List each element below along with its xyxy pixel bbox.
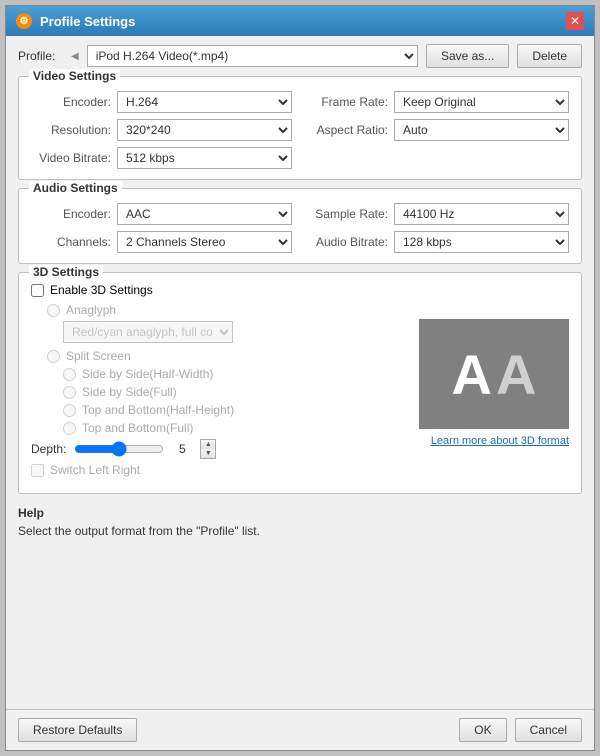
depth-value: 5	[172, 442, 192, 456]
video-bitrate-select[interactable]: 512 kbps	[117, 147, 292, 169]
frame-rate-label: Frame Rate:	[308, 95, 388, 109]
audio-bitrate-select[interactable]: 128 kbps	[394, 231, 569, 253]
help-section: Help Select the output format from the "…	[18, 502, 582, 542]
aa-right-letter: A	[496, 342, 536, 407]
encoder-row: Encoder: H.264	[31, 91, 292, 113]
encoder-select[interactable]: H.264	[117, 91, 292, 113]
video-settings-grid: Encoder: H.264 Frame Rate: Keep Original…	[31, 91, 569, 169]
help-text: Select the output format from the "Profi…	[18, 524, 582, 538]
side-by-side-full-radio[interactable]	[63, 386, 76, 399]
anaglyph-label: Anaglyph	[66, 303, 116, 317]
sample-rate-row: Sample Rate: 44100 Hz	[308, 203, 569, 225]
ok-button[interactable]: OK	[459, 718, 506, 742]
frame-rate-select[interactable]: Keep Original	[394, 91, 569, 113]
cancel-button[interactable]: Cancel	[515, 718, 582, 742]
switch-lr-checkbox[interactable]	[31, 464, 44, 477]
split-screen-radio[interactable]	[47, 350, 60, 363]
aa-left-letter: A	[452, 342, 492, 407]
profile-row: Profile: ◀ iPod H.264 Video(*.mp4) Save …	[18, 44, 582, 68]
depth-spinner: ▲ ▼	[200, 439, 216, 459]
anaglyph-row: Anaglyph	[47, 303, 407, 317]
dialog-content: Profile: ◀ iPod H.264 Video(*.mp4) Save …	[6, 36, 594, 709]
enable-3d-row: Enable 3D Settings	[31, 283, 407, 297]
top-bottom-full-label: Top and Bottom(Full)	[82, 421, 193, 435]
channels-select[interactable]: 2 Channels Stereo	[117, 231, 292, 253]
learn-more-link[interactable]: Learn more about 3D format	[419, 435, 569, 447]
footer: Restore Defaults OK Cancel	[6, 709, 594, 750]
frame-rate-row: Frame Rate: Keep Original	[308, 91, 569, 113]
dialog-title: Profile Settings	[40, 14, 135, 29]
aa-inner: A A	[452, 342, 537, 407]
save-as-button[interactable]: Save as...	[426, 44, 509, 68]
switch-lr-row: Switch Left Right	[31, 463, 407, 477]
footer-right: OK Cancel	[459, 718, 582, 742]
depth-up-button[interactable]: ▲	[201, 440, 215, 449]
side-by-side-half-radio[interactable]	[63, 368, 76, 381]
3d-settings-body: Enable 3D Settings Anaglyph Red/cyan ana…	[31, 283, 569, 483]
audio-settings-title: Audio Settings	[29, 181, 122, 195]
top-bottom-half-label: Top and Bottom(Half-Height)	[82, 403, 234, 417]
delete-button[interactable]: Delete	[517, 44, 582, 68]
3d-preview: A A	[419, 319, 569, 429]
video-settings-title: Video Settings	[29, 69, 120, 83]
audio-settings-section: Audio Settings Encoder: AAC Sample Rate:…	[18, 188, 582, 264]
aspect-ratio-row: Aspect Ratio: Auto	[308, 119, 569, 141]
restore-defaults-button[interactable]: Restore Defaults	[18, 718, 137, 742]
channels-label: Channels:	[31, 235, 111, 249]
side-by-side-half-label: Side by Side(Half-Width)	[82, 367, 213, 381]
top-bottom-full-radio[interactable]	[63, 422, 76, 435]
top-bottom-full-row: Top and Bottom(Full)	[63, 421, 407, 435]
switch-lr-label: Switch Left Right	[50, 463, 140, 477]
split-screen-label: Split Screen	[66, 349, 131, 363]
anaglyph-select-row: Red/cyan anaglyph, full color	[63, 321, 407, 343]
encoder-label: Encoder:	[31, 95, 111, 109]
title-bar-left: ⚙ Profile Settings	[16, 13, 135, 29]
depth-row: Depth: 5 ▲ ▼	[31, 439, 407, 459]
top-bottom-half-radio[interactable]	[63, 404, 76, 417]
title-bar: ⚙ Profile Settings ✕	[6, 6, 594, 36]
3d-settings-title: 3D Settings	[29, 265, 103, 279]
side-by-side-full-label: Side by Side(Full)	[82, 385, 177, 399]
resolution-select[interactable]: 320*240	[117, 119, 292, 141]
video-bitrate-label: Video Bitrate:	[31, 151, 111, 165]
side-by-side-full-row: Side by Side(Full)	[63, 385, 407, 399]
profile-nav-left[interactable]: ◀	[71, 51, 79, 62]
audio-encoder-row: Encoder: AAC	[31, 203, 292, 225]
anaglyph-radio[interactable]	[47, 304, 60, 317]
anaglyph-type-select[interactable]: Red/cyan anaglyph, full color	[63, 321, 233, 343]
depth-slider[interactable]	[74, 441, 164, 457]
audio-encoder-select[interactable]: AAC	[117, 203, 292, 225]
3d-settings-right: A A Learn more about 3D format	[419, 283, 569, 483]
audio-encoder-label: Encoder:	[31, 207, 111, 221]
enable-3d-label[interactable]: Enable 3D Settings	[50, 283, 153, 297]
aspect-ratio-label: Aspect Ratio:	[308, 123, 388, 137]
video-settings-section: Video Settings Encoder: H.264 Frame Rate…	[18, 76, 582, 180]
depth-down-button[interactable]: ▼	[201, 449, 215, 458]
depth-label: Depth:	[31, 442, 66, 456]
video-bitrate-row: Video Bitrate: 512 kbps	[31, 147, 292, 169]
audio-bitrate-label: Audio Bitrate:	[308, 235, 388, 249]
audio-bitrate-row: Audio Bitrate: 128 kbps	[308, 231, 569, 253]
3d-settings-left: Enable 3D Settings Anaglyph Red/cyan ana…	[31, 283, 407, 483]
close-button[interactable]: ✕	[566, 12, 584, 30]
3d-settings-section: 3D Settings Enable 3D Settings Anaglyph	[18, 272, 582, 494]
profile-label: Profile:	[18, 49, 63, 63]
profile-settings-dialog: ⚙ Profile Settings ✕ Profile: ◀ iPod H.2…	[5, 5, 595, 751]
resolution-row: Resolution: 320*240	[31, 119, 292, 141]
audio-settings-grid: Encoder: AAC Sample Rate: 44100 Hz Chann…	[31, 203, 569, 253]
app-icon: ⚙	[16, 13, 32, 29]
channels-row: Channels: 2 Channels Stereo	[31, 231, 292, 253]
side-by-side-half-row: Side by Side(Half-Width)	[63, 367, 407, 381]
aspect-ratio-select[interactable]: Auto	[394, 119, 569, 141]
profile-select[interactable]: iPod H.264 Video(*.mp4)	[87, 45, 418, 67]
top-bottom-half-row: Top and Bottom(Half-Height)	[63, 403, 407, 417]
enable-3d-checkbox[interactable]	[31, 284, 44, 297]
help-title: Help	[18, 506, 582, 520]
sample-rate-select[interactable]: 44100 Hz	[394, 203, 569, 225]
sample-rate-label: Sample Rate:	[308, 207, 388, 221]
resolution-label: Resolution:	[31, 123, 111, 137]
split-screen-row: Split Screen	[47, 349, 407, 363]
